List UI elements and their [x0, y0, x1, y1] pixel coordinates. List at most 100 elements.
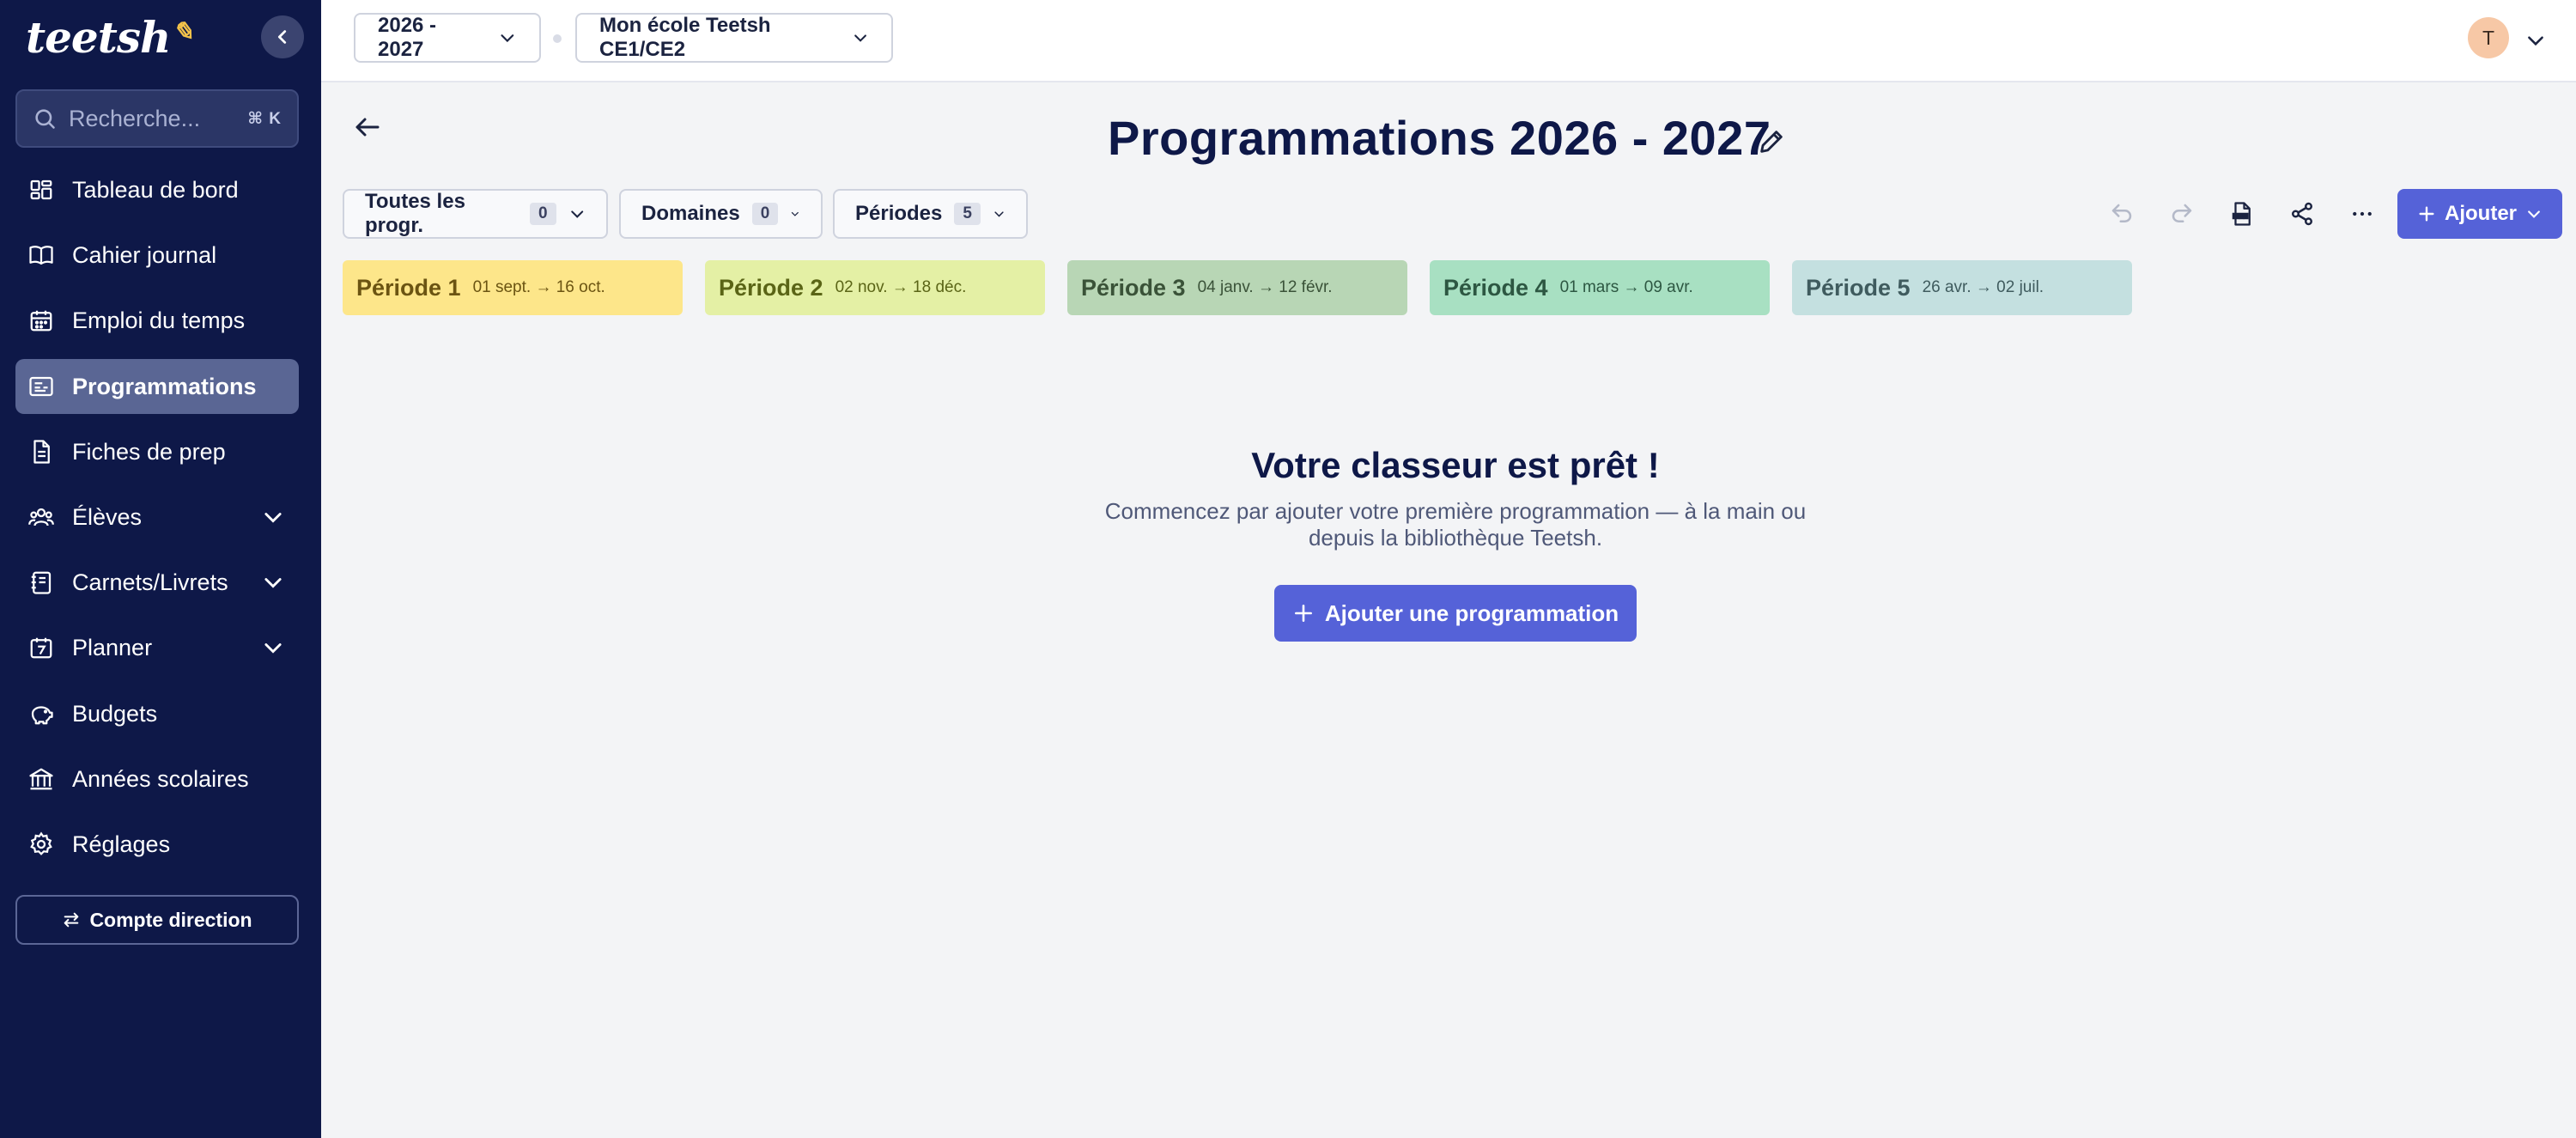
sidebar-item-label: Programmations — [72, 373, 257, 399]
filter-periodes[interactable]: Périodes 5 — [833, 189, 1028, 239]
chevron-down-icon — [854, 34, 866, 42]
period-dates: 02 nov. → 18 déc. — [835, 278, 967, 296]
sidebar-item-label: Budgets — [72, 700, 158, 727]
gear-icon — [27, 831, 55, 858]
period-chip-3[interactable]: Période 3 04 janv. → 12 févr. — [1067, 260, 1407, 315]
user-avatar[interactable]: T — [2468, 17, 2509, 58]
period-chip-5[interactable]: Période 5 26 avr. → 02 juil. — [1792, 260, 2132, 315]
compte-direction-button[interactable]: Compte direction — [15, 895, 299, 945]
book-icon — [27, 241, 55, 269]
period-name: Période 4 — [1443, 274, 1548, 301]
school-select-value: Mon école Teetsh CE1/CE2 — [599, 14, 771, 61]
share-button[interactable] — [2282, 194, 2322, 234]
piggy-bank-icon — [27, 700, 55, 727]
ajouter-programmation-button[interactable]: Ajouter une programmation — [1274, 585, 1637, 642]
redo-icon — [2172, 204, 2192, 222]
planner-icon — [27, 634, 55, 661]
plus-icon — [1294, 605, 1312, 622]
collapse-sidebar-button[interactable] — [261, 15, 304, 58]
sidebar-item-label: Emploi du temps — [72, 307, 246, 333]
topbar: 2026 - 2027 Mon école Teetsh CE1/CE2 T — [321, 0, 2576, 82]
chevron-down-icon — [994, 211, 1004, 217]
period-name: Période 1 — [356, 274, 461, 301]
school-select[interactable]: Mon école Teetsh CE1/CE2 — [575, 13, 893, 63]
calendar-icon — [27, 307, 55, 334]
sidebar-item-label: Carnets/Livrets — [72, 569, 228, 595]
period-name: Période 5 — [1806, 274, 1911, 301]
students-icon — [27, 503, 55, 531]
sidebar-item-cahier-journal[interactable]: Cahier journal — [15, 228, 299, 283]
more-icon — [2353, 211, 2372, 216]
period-dates: 01 sept. → 16 oct. — [472, 278, 605, 296]
sidebar-item-label: Élèves — [72, 503, 143, 530]
back-arrow-icon[interactable] — [352, 112, 383, 143]
search-input[interactable]: Recherche... ⌘ K — [15, 89, 299, 148]
empty-state-subtitle: Commencez par ajouter votre première pro… — [1104, 498, 1807, 551]
programmations-icon — [27, 373, 55, 400]
sidebar-item-budgets[interactable]: Budgets — [15, 686, 299, 741]
notebook-icon — [27, 569, 55, 596]
period-chip-2[interactable]: Période 2 02 nov. → 18 déc. — [705, 260, 1045, 315]
period-chip-4[interactable]: Période 4 01 mars → 09 avr. — [1430, 260, 1770, 315]
pdf-icon: PDF — [2232, 202, 2251, 226]
filter-count-badge: 0 — [529, 203, 556, 225]
user-menu-chevron-icon[interactable] — [2524, 29, 2547, 52]
empty-state-title: Votre classeur est prêt ! — [1251, 445, 1660, 485]
share-icon — [2292, 202, 2312, 226]
sidebar-item-eleves[interactable]: Élèves — [15, 490, 299, 545]
chevron-down-icon — [792, 211, 799, 216]
teetsh-logo[interactable]: teetsh✎ — [26, 12, 193, 63]
dashboard-icon — [27, 176, 55, 204]
chevron-left-icon — [277, 30, 287, 44]
edit-pencil-icon[interactable] — [1757, 127, 1786, 156]
period-chip-1[interactable]: Période 1 01 sept. → 16 oct. — [343, 260, 683, 315]
period-dates: 01 mars → 09 avr. — [1559, 278, 1693, 296]
period-name: Période 2 — [719, 274, 823, 301]
year-select-value: 2026 - 2027 — [378, 14, 437, 61]
svg-text:PDF: PDF — [2234, 214, 2246, 220]
sidebar: teetsh✎ Recherche... ⌘ K Tableau de bord… — [0, 0, 321, 1138]
undo-button[interactable] — [2102, 194, 2142, 234]
filter-label: Périodes — [855, 202, 943, 225]
undo-icon — [2111, 204, 2132, 222]
sidebar-item-label: Réglages — [72, 831, 171, 857]
search-shortcut-badge: ⌘ K — [247, 109, 282, 128]
sidebar-item-label: Années scolaires — [72, 765, 249, 792]
sidebar-item-planner[interactable]: Planner — [15, 620, 299, 675]
sidebar-item-reglages[interactable]: Réglages — [15, 817, 299, 872]
filter-count-badge: 5 — [954, 203, 981, 225]
page-title: Programmations 2026 - 2027 — [1108, 111, 1771, 165]
switch-arrows-icon — [64, 912, 79, 928]
filter-domaines[interactable]: Domaines 0 — [619, 189, 823, 239]
chevron-down-icon — [501, 34, 514, 43]
period-dates: 04 janv. → 12 févr. — [1197, 278, 1333, 296]
more-options-button[interactable] — [2342, 194, 2382, 234]
sidebar-item-emploi-du-temps[interactable]: Emploi du temps — [15, 293, 299, 348]
school-building-icon — [27, 765, 55, 793]
year-select[interactable]: 2026 - 2027 — [354, 13, 541, 63]
chevron-down-icon — [264, 578, 282, 588]
filter-count-badge: 0 — [751, 203, 779, 225]
chevron-down-icon — [264, 513, 282, 523]
pdf-export-button[interactable]: PDF — [2222, 194, 2262, 234]
period-name: Période 3 — [1081, 274, 1186, 301]
separator-dot — [553, 34, 562, 43]
redo-button[interactable] — [2162, 194, 2202, 234]
search-icon — [35, 109, 55, 129]
filter-toutes-les-progr[interactable]: Toutes les progr. 0 — [343, 189, 608, 239]
chevron-down-icon — [264, 643, 282, 654]
filter-label: Domaines — [641, 202, 740, 225]
cta-label: Ajouter une programmation — [1324, 599, 1619, 626]
plus-icon — [2419, 206, 2434, 222]
chevron-down-icon — [570, 210, 583, 218]
period-dates: 26 avr. → 02 juil. — [1922, 278, 2044, 296]
compte-direction-label: Compte direction — [89, 908, 252, 931]
ajouter-label: Ajouter — [2445, 202, 2517, 225]
sidebar-item-tableau-de-bord[interactable]: Tableau de bord — [15, 162, 299, 217]
chevron-down-icon — [2528, 210, 2540, 218]
sidebar-item-label: Planner — [72, 634, 153, 660]
sidebar-item-programmations[interactable]: Programmations — [15, 359, 299, 414]
ajouter-button[interactable]: Ajouter — [2397, 189, 2562, 239]
sidebar-item-annees-scolaires[interactable]: Années scolaires — [15, 752, 299, 806]
sidebar-item-carnets-livrets[interactable]: Carnets/Livrets — [15, 555, 299, 610]
